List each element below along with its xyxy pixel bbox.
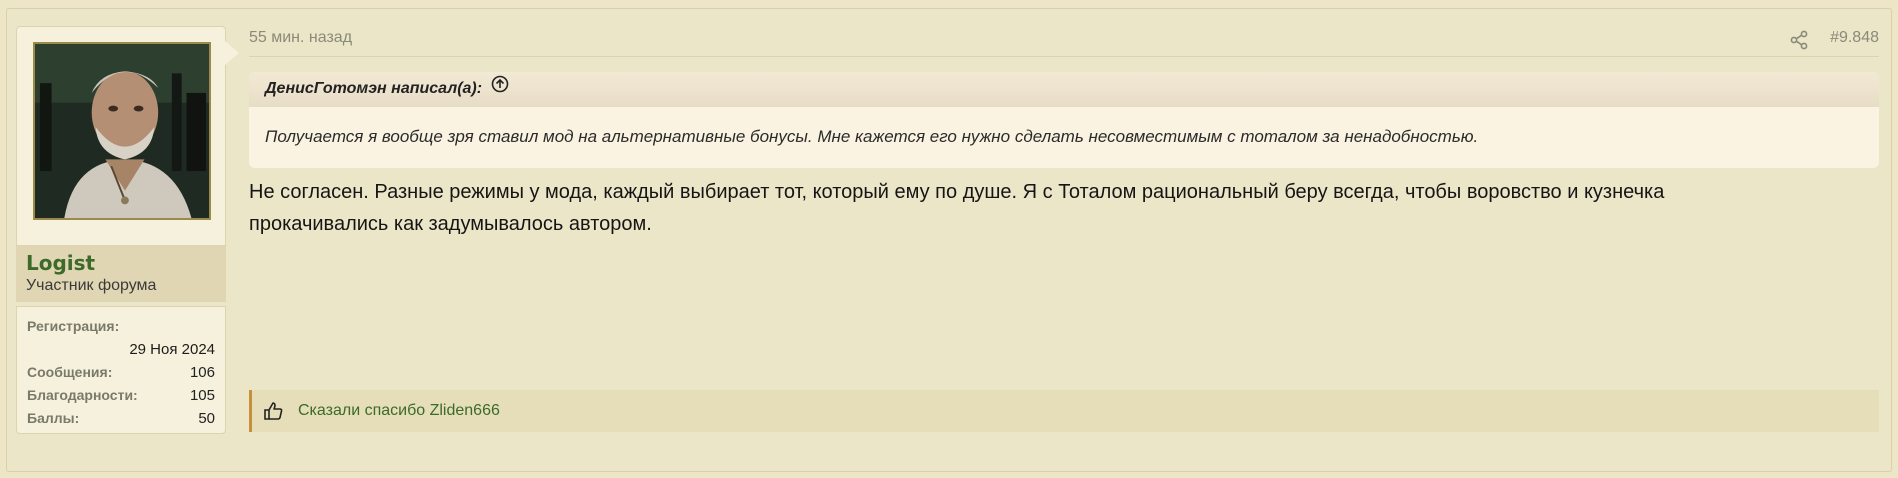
quote-text: Получается я вообще зря ставил мод на ал… bbox=[265, 127, 1479, 146]
user-stats: Регистрация: 29 Ноя 2024 Сообщения: 106 … bbox=[16, 306, 226, 434]
stat-thanks: Благодарности: 105 bbox=[27, 384, 215, 407]
message-body: Не согласен. Разные режимы у мода, кажды… bbox=[249, 176, 1879, 240]
author-sidebar: Logist Участник форума Регистрация: 29 Н… bbox=[16, 26, 239, 434]
stat-value[interactable]: 106 bbox=[190, 361, 215, 384]
stat-label: Баллы: bbox=[27, 410, 80, 426]
quote-author: ДенисГотомэн написал(а): bbox=[265, 80, 483, 98]
stat-registration: Регистрация: bbox=[27, 315, 215, 338]
stat-label: Регистрация: bbox=[27, 318, 120, 334]
avatar[interactable] bbox=[33, 42, 211, 220]
avatar-box bbox=[16, 26, 239, 246]
user-info: Logist Участник форума bbox=[16, 246, 226, 302]
post-number[interactable]: #9.848 bbox=[1830, 29, 1879, 47]
username[interactable]: Logist bbox=[26, 252, 216, 274]
post-main: 55 мин. назад #9.848 ДенисГотомэн написа… bbox=[249, 26, 1879, 432]
quote-block: ДенисГотомэн написал(а): Получается я во… bbox=[249, 72, 1879, 168]
stat-messages: Сообщения: 106 bbox=[27, 361, 215, 384]
stat-registration-value: 29 Ноя 2024 bbox=[129, 341, 215, 358]
arrow-up-icon[interactable] bbox=[491, 72, 509, 106]
post-meta: 55 мин. назад #9.848 bbox=[249, 26, 1879, 57]
quote-header[interactable]: ДенисГотомэн написал(а): bbox=[249, 72, 1879, 107]
post-time[interactable]: 55 мин. назад bbox=[249, 29, 352, 47]
stat-points: Баллы: 50 bbox=[27, 407, 215, 430]
stat-label: Сообщения: bbox=[27, 364, 113, 380]
share-icon[interactable] bbox=[1789, 30, 1809, 50]
thumbs-up-icon bbox=[262, 400, 284, 422]
stat-value[interactable]: 50 bbox=[198, 407, 215, 430]
user-title: Участник форума bbox=[26, 277, 157, 294]
stat-label: Благодарности: bbox=[27, 387, 138, 403]
avatar-image bbox=[35, 44, 209, 218]
message-line: прокачивались как задумывалось автором. bbox=[249, 213, 652, 235]
reactions-bar: Сказали спасибо Zliden666 bbox=[249, 390, 1879, 432]
message-line: Не согласен. Разные режимы у мода, кажды… bbox=[249, 181, 1665, 203]
reactions-text[interactable]: Сказали спасибо Zliden666 bbox=[298, 402, 500, 420]
stat-value: 105 bbox=[189, 387, 215, 404]
